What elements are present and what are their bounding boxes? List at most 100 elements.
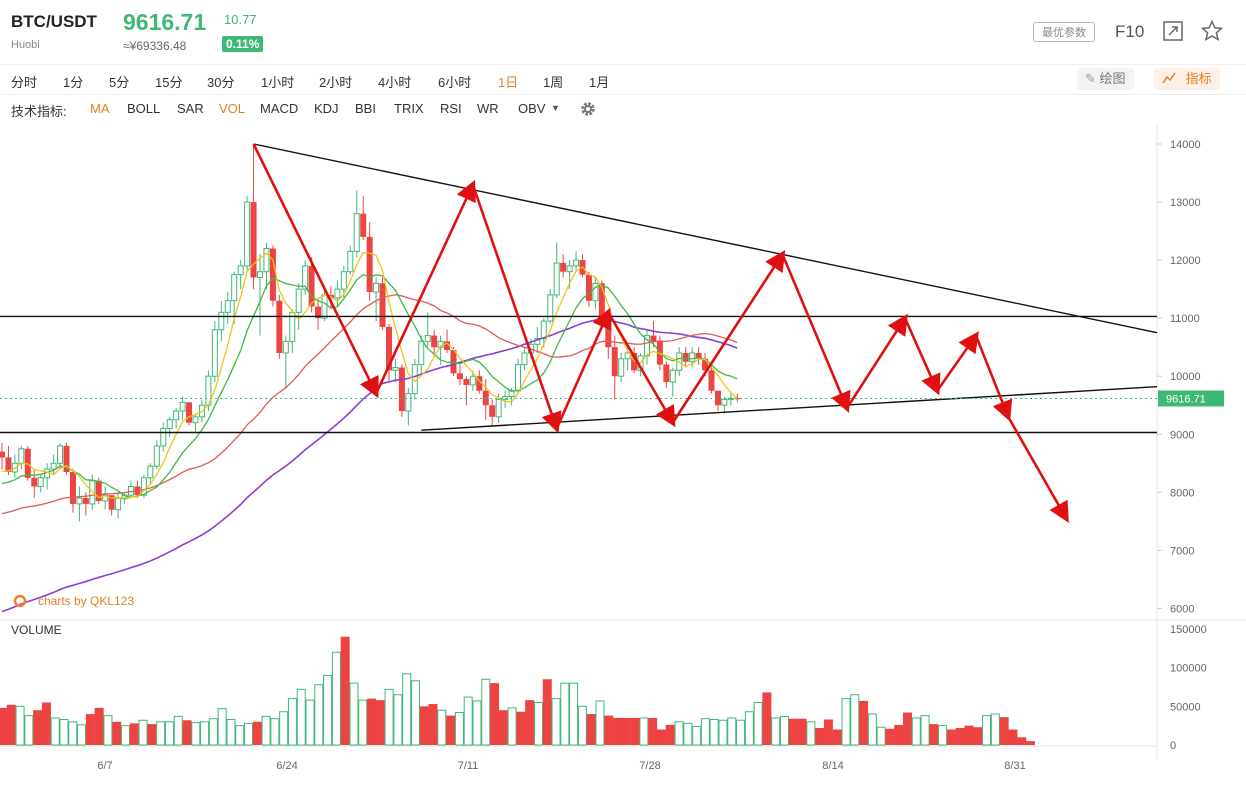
last-price: 9616.71 [123, 9, 207, 35]
volume-bar [296, 688, 306, 746]
gear-icon[interactable] [579, 100, 597, 118]
volume-bar [700, 718, 710, 746]
candle-body [0, 451, 5, 458]
volume-bar [806, 721, 816, 746]
candle-body [334, 288, 341, 299]
timeframe-fenshi[interactable]: 分时 [11, 72, 37, 91]
volume-bar [938, 725, 948, 746]
f10-button[interactable]: F10 [1115, 22, 1144, 42]
volume-bar [490, 683, 500, 745]
volume-bar [613, 717, 623, 745]
timeframe-bar: 分时 1分 5分 15分 30分 1小时 2小时 4小时 6小时 1日 1周 1… [0, 66, 1246, 95]
volume-bar [736, 719, 746, 746]
candle-body [69, 471, 76, 504]
candle-body [50, 462, 57, 470]
volume-bar [894, 724, 904, 745]
timeframe-6h[interactable]: 6小时 [438, 72, 471, 91]
volume-bar [841, 698, 851, 746]
volume-bar [121, 725, 131, 746]
timeframe-1w[interactable]: 1周 [543, 72, 563, 91]
volume-bar [393, 694, 403, 746]
candle-body [257, 271, 263, 279]
zigzag-arrow [671, 249, 786, 424]
volume-bar [41, 702, 51, 745]
timeframe-1mo[interactable]: 1月 [589, 72, 609, 91]
candle-body [689, 352, 696, 363]
volume-bar [305, 699, 315, 746]
candle-body [515, 364, 521, 392]
indicator-boll[interactable]: BOLL [127, 101, 160, 116]
indicator-ma[interactable]: MA [90, 101, 110, 116]
volume-bar [902, 712, 912, 745]
volume-bar [24, 715, 34, 746]
candle-body [18, 448, 25, 464]
candle-body [263, 247, 270, 273]
indicator-vol[interactable]: VOL [219, 101, 245, 116]
volume-bar [112, 721, 122, 745]
candle-body [650, 335, 657, 342]
candlestick-chart[interactable]: 14000 13000 12000 11000 10000 9000 8000 7000 600… [0, 124, 1246, 789]
candle-body [192, 416, 199, 424]
timeframe-15min[interactable]: 15分 [155, 72, 182, 91]
y-tick-label: 6000 [1170, 603, 1194, 615]
volume-bar [718, 719, 728, 746]
timeframe-5min[interactable]: 5分 [109, 72, 129, 91]
volume-bar [498, 710, 508, 745]
candle-body [31, 477, 38, 487]
star-icon[interactable] [1200, 19, 1224, 43]
indicator-wr[interactable]: WR [477, 101, 499, 116]
volume-bar [331, 651, 341, 746]
timeframe-30min[interactable]: 30分 [207, 72, 234, 91]
volume-bar [771, 717, 781, 746]
indicator-rsi[interactable]: RSI [440, 101, 462, 116]
volume-bar [68, 721, 78, 746]
candle-body [450, 350, 457, 374]
timeframe-4h[interactable]: 4小时 [378, 72, 411, 91]
volume-bar [569, 682, 579, 746]
volume-bar [973, 727, 983, 745]
indicator-obv[interactable]: OBV [518, 101, 545, 116]
indicator-sar[interactable]: SAR [177, 101, 204, 116]
volume-bar [551, 698, 561, 746]
timeframe-1h[interactable]: 1小时 [261, 72, 294, 91]
candle-body [547, 294, 554, 322]
optimal-params-button[interactable]: 最优参数 [1033, 22, 1095, 42]
candle-body [321, 294, 328, 319]
volume-bar [15, 705, 25, 746]
candle-body [166, 419, 173, 429]
zigzag-arrow [781, 253, 851, 413]
obv-dropdown-icon[interactable]: ▼ [551, 103, 560, 113]
candle-body [708, 370, 715, 391]
timeframe-1d[interactable]: 1日 [498, 72, 518, 91]
candle-body [605, 318, 612, 348]
expand-icon[interactable] [1161, 19, 1185, 43]
draw-button[interactable]: ✎ 绘图 [1077, 68, 1134, 90]
volume-bar [621, 717, 631, 745]
ma10-line [1, 273, 738, 498]
indicator-bar-label: 技术指标: [11, 104, 67, 119]
candle-body [340, 271, 347, 290]
volume-bar [507, 707, 517, 746]
x-tick-label: 7/11 [458, 760, 479, 772]
indicator-trix[interactable]: TRIX [394, 101, 424, 116]
zigzag-arrow [936, 331, 979, 392]
candle-body [573, 259, 580, 267]
volume-bar [182, 720, 192, 745]
timeframe-1min[interactable]: 1分 [63, 72, 83, 91]
draw-label: 绘图 [1099, 71, 1126, 86]
candle-body [76, 497, 83, 505]
x-tick-label: 6/24 [276, 760, 297, 772]
indicator-kdj[interactable]: KDJ [314, 101, 339, 116]
ma30-line [1, 294, 738, 515]
volume-tick-label: 100000 [1170, 663, 1207, 675]
candle-body [57, 445, 64, 464]
timeframe-2h[interactable]: 2小时 [319, 72, 352, 91]
volume-bar [788, 718, 798, 745]
candle-body [347, 250, 354, 273]
volume-bar [384, 688, 394, 746]
volume-bar [244, 722, 254, 746]
indicator-button[interactable]: 指标 [1154, 68, 1220, 90]
y-tick-label: 14000 [1170, 139, 1201, 151]
indicator-macd[interactable]: MACD [260, 101, 298, 116]
indicator-bbi[interactable]: BBI [355, 101, 376, 116]
